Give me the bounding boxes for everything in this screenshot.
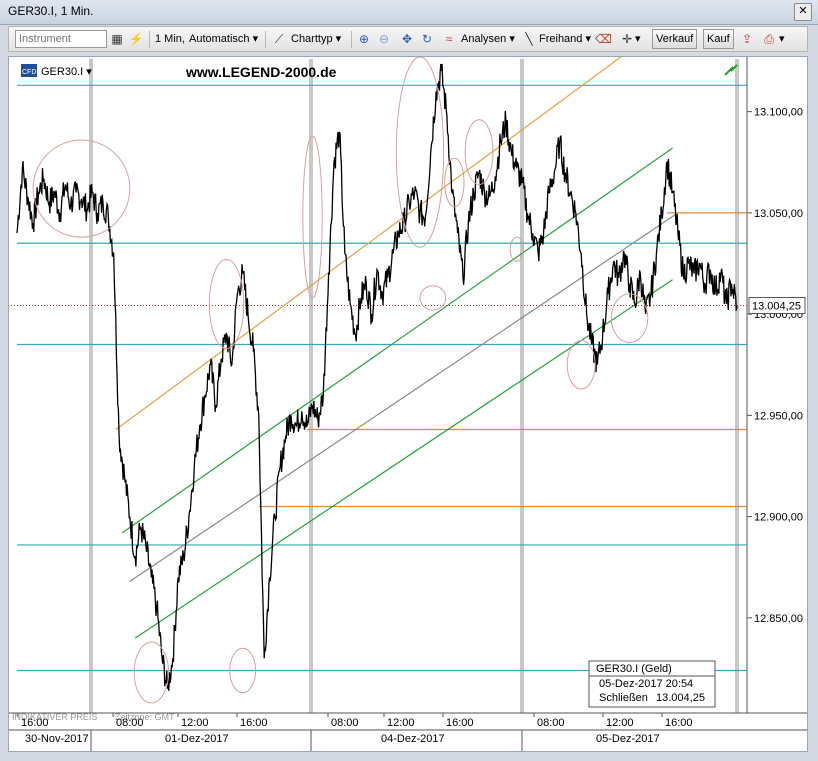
zoom-in-icon[interactable]: ⊕	[356, 31, 372, 47]
analysen-label: Analysen	[461, 33, 507, 45]
x-tick-label: 16:00	[665, 717, 693, 729]
x-tick-label: 12:00	[181, 717, 209, 729]
analysis-icon: ≈	[445, 32, 453, 46]
export-icon[interactable]: ⇪	[739, 31, 755, 47]
y-tick-label: 13.050,00	[754, 208, 803, 220]
kauf-button[interactable]: Kauf	[703, 29, 734, 49]
website-label: www.LEGEND-2000.de	[185, 64, 337, 80]
refresh-icon[interactable]: ↻	[419, 31, 435, 47]
chart-background	[9, 57, 807, 751]
charttype-dropdown[interactable]: Charttyp ▾	[291, 30, 341, 48]
print-dropdown[interactable]: ▾	[779, 30, 785, 48]
y-tick-label: 12.900,00	[754, 512, 803, 524]
info-box-title: GER30.I (Geld)	[596, 663, 672, 675]
toolbar-separator	[351, 31, 352, 48]
x-tick-label: 16:00	[21, 717, 49, 729]
y-tick-label: 13.100,00	[754, 107, 803, 119]
cfd-badge: CFD	[22, 69, 36, 76]
table-icon[interactable]: ▦	[109, 31, 125, 47]
toolbar-separator	[149, 31, 150, 48]
close-button[interactable]: ✕	[794, 3, 812, 21]
chart-panel[interactable]: 12.850,00 12.900,00 12.950,00 13.000,00 13.0…	[8, 56, 808, 752]
window-titlebar: GER30.I, 1 Min. ✕	[0, 0, 818, 25]
date-label: 01-Dez-2017	[165, 733, 229, 745]
info-box-datetime: 05-Dez-2017 20:54	[599, 678, 693, 690]
scale-dropdown[interactable]: Automatisch ▾	[189, 30, 258, 48]
charttype-label: Charttyp	[291, 33, 333, 45]
print-icon[interactable]: ⎙	[761, 31, 777, 47]
window-title: GER30.I, 1 Min.	[8, 4, 94, 18]
x-tick-label: 08:00	[331, 717, 359, 729]
instrument-input[interactable]	[15, 30, 107, 48]
info-box-value: 13.004,25	[656, 692, 705, 704]
fit-icon[interactable]: ✥	[399, 31, 415, 47]
freihand-label: Freihand	[539, 33, 583, 45]
x-tick-label: 08:00	[116, 717, 144, 729]
y-tick-label: 12.850,00	[754, 613, 803, 625]
crosshair-icon[interactable]: ✛	[619, 31, 635, 47]
window-right-edge	[809, 56, 818, 752]
symbol-label: GER30.I ▾	[41, 66, 92, 78]
chart-toolbar: ▦ ⚡ 1 Min, Automatisch ▾ ⟋ Charttyp ▾ ⊕ …	[8, 26, 808, 52]
scale-label: Automatisch	[189, 33, 250, 45]
eraser-icon[interactable]: ⌫	[595, 31, 612, 47]
analysen-dropdown[interactable]: Analysen ▾	[461, 30, 515, 48]
freehand-line-icon: ╲	[525, 32, 533, 46]
y-tick-label: 12.950,00	[754, 410, 803, 422]
price-chart[interactable]: 12.850,0012.900,0012.950,0013.000,0013.0…	[9, 57, 807, 751]
indicator-icon[interactable]: ⚡	[128, 31, 144, 47]
x-tick-label: 16:00	[446, 717, 474, 729]
last-price-label: 13.004,25	[752, 301, 801, 313]
crosshair-dropdown[interactable]: ▾	[635, 30, 641, 48]
freihand-dropdown[interactable]: Freihand ▾	[539, 30, 591, 48]
date-label: 05-Dez-2017	[596, 733, 660, 745]
period-label[interactable]: 1 Min,	[155, 30, 185, 48]
date-label: 30-Nov-2017	[25, 733, 89, 745]
zoom-out-icon[interactable]: ⊖	[376, 31, 392, 47]
line-chart-icon: ⟋	[274, 32, 284, 46]
toolbar-separator	[265, 31, 266, 48]
verkauf-button[interactable]: Verkauf	[652, 29, 698, 49]
x-tick-label: 12:00	[387, 717, 415, 729]
info-box-label: Schließen	[599, 692, 648, 704]
date-label: 04-Dez-2017	[381, 733, 445, 745]
x-tick-label: 08:00	[537, 717, 565, 729]
x-tick-label: 16:00	[240, 717, 268, 729]
x-tick-label: 12:00	[606, 717, 634, 729]
